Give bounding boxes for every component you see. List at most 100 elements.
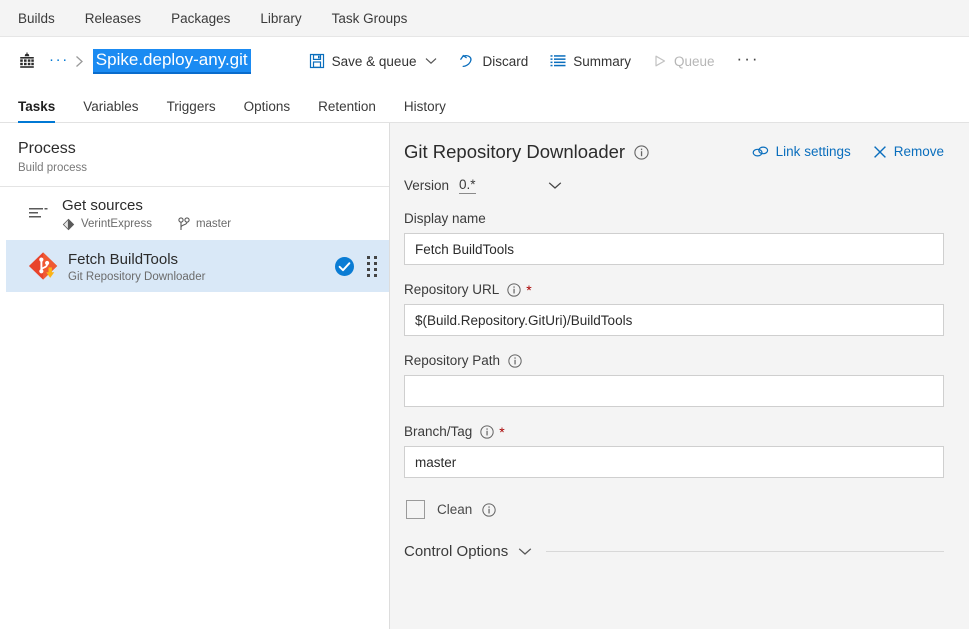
info-icon[interactable]	[480, 424, 494, 439]
build-definition-editor: Builds Releases Packages Library Task Gr…	[0, 0, 969, 629]
branch-icon	[178, 217, 190, 231]
tab-triggers[interactable]: Triggers	[167, 99, 216, 122]
branch-tag-label-text: Branch/Tag	[404, 424, 473, 439]
field-branch-tag: Branch/Tag * master	[404, 424, 944, 478]
get-sources-branch: master	[178, 217, 231, 231]
sources-list-icon	[22, 206, 54, 222]
branch-tag-label: Branch/Tag *	[404, 424, 944, 439]
clean-checkbox-row: Clean	[404, 500, 944, 519]
chevron-down-icon[interactable]	[425, 57, 437, 65]
drag-handle-icon[interactable]	[367, 255, 377, 277]
play-icon	[653, 54, 667, 68]
editor-toolbar: Save & queue Discard Summary Queue ···	[309, 50, 760, 73]
save-and-queue-label: Save & queue	[331, 53, 417, 69]
info-icon[interactable]	[634, 144, 649, 160]
task-title-label: Git Repository Downloader	[404, 141, 626, 162]
breadcrumb-ellipsis[interactable]: ···	[49, 52, 69, 71]
topnav-item-releases[interactable]: Releases	[85, 0, 141, 37]
task-title: Git Repository Downloader	[404, 141, 649, 163]
topnav-item-builds[interactable]: Builds	[18, 0, 55, 37]
discard-button[interactable]: Discard	[459, 53, 528, 69]
queue-label: Queue	[674, 53, 715, 69]
repository-path-input[interactable]	[404, 375, 944, 407]
get-sources-repo: VerintExpress	[62, 218, 152, 231]
topnav-item-task-groups[interactable]: Task Groups	[332, 0, 408, 37]
remove-button[interactable]: Remove	[873, 144, 944, 159]
summary-button[interactable]: Summary	[550, 54, 631, 69]
section-divider	[546, 551, 944, 552]
field-repository-url: Repository URL * $(Build.Repository.GitU…	[404, 282, 944, 336]
get-sources-meta: VerintExpress master	[62, 217, 389, 231]
task-row-controls	[334, 255, 389, 277]
version-value[interactable]: 0.*	[459, 177, 476, 194]
save-icon	[309, 53, 325, 69]
chevron-down-icon[interactable]	[518, 547, 532, 556]
branch-tag-input[interactable]: master	[404, 446, 944, 478]
topnav-item-library[interactable]: Library	[260, 0, 301, 37]
repository-url-label-text: Repository URL	[404, 282, 500, 297]
task-details-header: Git Repository Downloader Link settings …	[404, 141, 944, 163]
info-icon[interactable]	[507, 282, 521, 297]
display-name-label: Display name	[404, 211, 944, 226]
get-sources-branch-label: master	[195, 218, 232, 230]
remove-label: Remove	[893, 144, 944, 159]
fetch-buildtools-subtitle: Git Repository Downloader	[68, 270, 206, 283]
version-selector[interactable]: Version 0.*	[404, 177, 944, 194]
discard-label: Discard	[482, 53, 529, 69]
process-header[interactable]: Process Build process	[0, 123, 389, 187]
tab-history[interactable]: History	[404, 99, 446, 122]
process-title: Process	[18, 140, 76, 157]
required-marker: *	[526, 281, 532, 298]
repository-path-label-text: Repository Path	[404, 353, 501, 368]
get-sources-name: Get sources	[62, 197, 143, 214]
task-row-get-sources[interactable]: Get sources VerintExpress master	[0, 187, 389, 240]
link-settings-label: Link settings	[775, 144, 851, 159]
breadcrumb: ··· Spike.deploy-any.git	[17, 48, 251, 74]
get-sources-repo-label: VerintExpress	[81, 218, 152, 230]
topnav-item-packages[interactable]: Packages	[171, 0, 230, 37]
header-row: ··· Spike.deploy-any.git Save & queue Di…	[0, 37, 969, 85]
queue-button: Queue	[653, 54, 715, 69]
tab-tasks[interactable]: Tasks	[18, 99, 56, 123]
display-name-label-text: Display name	[404, 211, 486, 226]
editor-body: Process Build process Get sources Verint…	[0, 123, 969, 629]
definition-name-input[interactable]: Spike.deploy-any.git	[92, 48, 251, 74]
repository-path-label: Repository Path	[404, 353, 944, 368]
info-icon[interactable]	[508, 353, 522, 368]
more-actions-button[interactable]: ···	[737, 50, 760, 73]
build-definition-icon	[17, 51, 37, 71]
repository-url-input[interactable]: $(Build.Repository.GitUri)/BuildTools	[404, 304, 944, 336]
fetch-buildtools-name: Fetch BuildTools	[68, 250, 179, 268]
link-settings-button[interactable]: Link settings	[752, 144, 851, 159]
task-header-actions: Link settings Remove	[730, 141, 944, 159]
control-options-label: Control Options	[404, 543, 509, 560]
undo-icon	[459, 53, 475, 69]
task-list: Get sources VerintExpress master Fetch B…	[0, 187, 389, 292]
fetch-buildtools-text: Fetch BuildTools Git Repository Download…	[68, 250, 334, 283]
git-download-icon	[28, 249, 60, 283]
clean-label: Clean	[437, 502, 473, 517]
process-subtitle: Build process	[18, 162, 88, 174]
check-circle-icon[interactable]	[334, 256, 355, 277]
get-sources-text: Get sources VerintExpress master	[62, 196, 389, 231]
save-and-queue-button[interactable]: Save & queue	[309, 53, 438, 69]
display-name-input[interactable]: Fetch BuildTools	[404, 233, 944, 265]
chevron-down-icon[interactable]	[548, 181, 562, 190]
summary-label: Summary	[573, 53, 631, 69]
task-list-panel: Process Build process Get sources Verint…	[0, 123, 390, 629]
field-repository-path: Repository Path	[404, 353, 944, 407]
editor-tabs: Tasks Variables Triggers Options Retenti…	[0, 85, 969, 123]
task-row-fetch-buildtools[interactable]: Fetch BuildTools Git Repository Download…	[6, 240, 389, 292]
tab-retention[interactable]: Retention	[318, 99, 376, 122]
repository-url-label: Repository URL *	[404, 282, 944, 297]
tab-variables[interactable]: Variables	[83, 99, 138, 122]
clean-checkbox[interactable]	[406, 500, 425, 519]
control-options-section[interactable]: Control Options	[404, 543, 944, 560]
required-marker: *	[499, 423, 505, 440]
breadcrumb-separator-icon	[75, 55, 84, 68]
top-navigation: Builds Releases Packages Library Task Gr…	[0, 0, 969, 37]
info-icon[interactable]	[482, 502, 496, 517]
tab-options[interactable]: Options	[244, 99, 291, 122]
tfvc-repo-icon	[62, 218, 75, 231]
task-details-panel: Git Repository Downloader Link settings …	[390, 123, 969, 629]
